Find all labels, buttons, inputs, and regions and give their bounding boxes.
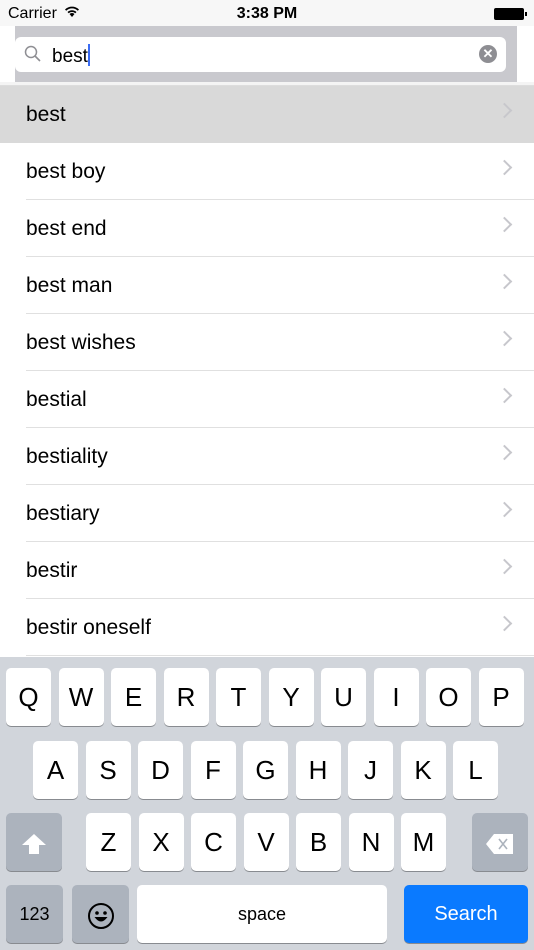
list-item-label: best boy bbox=[26, 160, 106, 183]
key-o[interactable]: O bbox=[426, 668, 471, 726]
key-d[interactable]: D bbox=[138, 741, 183, 799]
shift-arrow-icon bbox=[22, 834, 46, 855]
chevron-right-icon bbox=[496, 159, 513, 176]
key-x[interactable]: X bbox=[138, 813, 184, 871]
list-item-label: best man bbox=[26, 274, 113, 297]
key-c[interactable]: C bbox=[191, 813, 236, 871]
list-item[interactable]: bestiality bbox=[0, 428, 534, 485]
list-item[interactable]: best bbox=[0, 86, 534, 143]
clear-x-icon[interactable]: ✕ bbox=[479, 45, 497, 63]
key-h[interactable]: H bbox=[295, 741, 341, 799]
key-i[interactable]: I bbox=[373, 668, 419, 726]
key-w[interactable]: W bbox=[58, 668, 104, 726]
numbers-key[interactable]: 123 bbox=[6, 885, 63, 943]
battery-icon bbox=[494, 8, 527, 20]
key-g[interactable]: G bbox=[243, 741, 288, 799]
list-item[interactable]: bestial bbox=[0, 371, 534, 428]
list-item-label: bestir bbox=[26, 559, 78, 582]
chevron-right-icon bbox=[496, 615, 513, 632]
emoji-icon bbox=[87, 903, 114, 930]
key-e[interactable]: E bbox=[111, 668, 156, 726]
magnifier-icon bbox=[24, 45, 41, 62]
key-m[interactable]: M bbox=[401, 813, 446, 871]
list-item[interactable]: bestiary bbox=[0, 485, 534, 542]
key-p[interactable]: P bbox=[478, 668, 524, 726]
search-input[interactable]: best ✕ bbox=[15, 37, 506, 72]
list-item-label: best bbox=[26, 103, 66, 126]
search-key[interactable]: Search bbox=[404, 885, 528, 943]
key-a[interactable]: A bbox=[33, 741, 78, 799]
search-text: best bbox=[52, 46, 88, 67]
delete-key[interactable] bbox=[472, 813, 528, 871]
chevron-right-icon bbox=[496, 387, 513, 404]
space-key[interactable]: space bbox=[137, 885, 387, 943]
key-f[interactable]: F bbox=[190, 741, 236, 799]
key-t[interactable]: T bbox=[216, 668, 261, 726]
key-b[interactable]: B bbox=[296, 813, 341, 871]
list-item[interactable]: best end bbox=[0, 200, 534, 257]
text-caret bbox=[87, 44, 90, 66]
list-item-label: bestiality bbox=[26, 445, 108, 468]
key-l[interactable]: L bbox=[453, 741, 498, 799]
key-k[interactable]: K bbox=[400, 741, 446, 799]
results-list: best best boy best end best man best wishes b… bbox=[0, 86, 534, 656]
key-q[interactable]: Q bbox=[6, 668, 51, 726]
list-item-label: best wishes bbox=[26, 331, 136, 354]
key-r[interactable]: R bbox=[163, 668, 209, 726]
list-item-label: best end bbox=[26, 217, 107, 240]
list-item-label: bestiary bbox=[26, 502, 100, 525]
key-n[interactable]: N bbox=[348, 813, 394, 871]
chevron-right-icon bbox=[496, 444, 513, 461]
clock: 3:38 PM bbox=[236, 5, 298, 22]
list-item[interactable]: best boy bbox=[0, 143, 534, 200]
chevron-right-icon bbox=[496, 273, 513, 290]
chevron-right-icon bbox=[496, 102, 513, 119]
backspace-icon bbox=[486, 834, 513, 855]
list-item[interactable]: bestir bbox=[0, 542, 534, 599]
chevron-right-icon bbox=[496, 330, 513, 347]
key-u[interactable]: U bbox=[321, 668, 366, 726]
key-s[interactable]: S bbox=[85, 741, 131, 799]
list-item-label: bestir oneself bbox=[26, 616, 151, 639]
list-item[interactable]: best man bbox=[0, 257, 534, 314]
key-v[interactable]: V bbox=[243, 813, 289, 871]
list-item-label: bestial bbox=[26, 388, 87, 411]
search-bar: best ✕ bbox=[15, 26, 517, 82]
status-bar: Carrier 3:38 PM bbox=[0, 0, 534, 26]
chevron-right-icon bbox=[496, 558, 513, 575]
list-item[interactable]: best wishes bbox=[0, 314, 534, 371]
key-y[interactable]: Y bbox=[268, 668, 314, 726]
shift-key[interactable] bbox=[6, 813, 62, 871]
chevron-right-icon bbox=[496, 501, 513, 518]
chevron-right-icon bbox=[496, 216, 513, 233]
key-j[interactable]: J bbox=[348, 741, 393, 799]
list-item[interactable]: bestir oneself bbox=[0, 599, 534, 656]
keyboard: Q W E R T Y U I O P A S D F G H J K L Z X C V B N M 123 space Search bbox=[0, 657, 534, 950]
emoji-key[interactable] bbox=[72, 885, 129, 943]
key-z[interactable]: Z bbox=[86, 813, 131, 871]
